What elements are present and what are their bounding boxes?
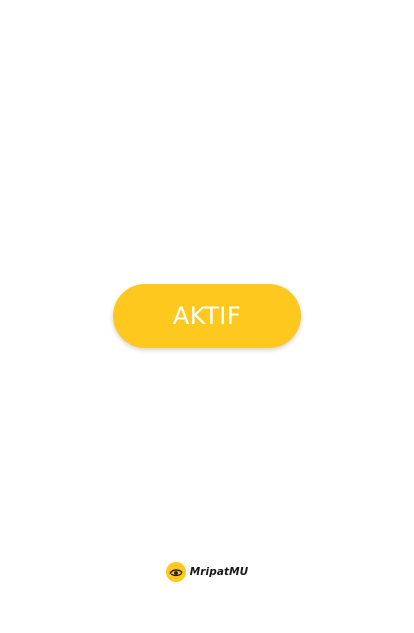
brand-footer: MripatMU <box>0 561 414 583</box>
eye-logo-icon <box>165 562 186 582</box>
brand-name: MripatMU <box>189 566 249 578</box>
app-screen: AKTIF MripatMU <box>0 0 414 633</box>
aktif-button-label: AKTIF <box>172 302 242 330</box>
aktif-button[interactable]: AKTIF <box>113 284 301 348</box>
